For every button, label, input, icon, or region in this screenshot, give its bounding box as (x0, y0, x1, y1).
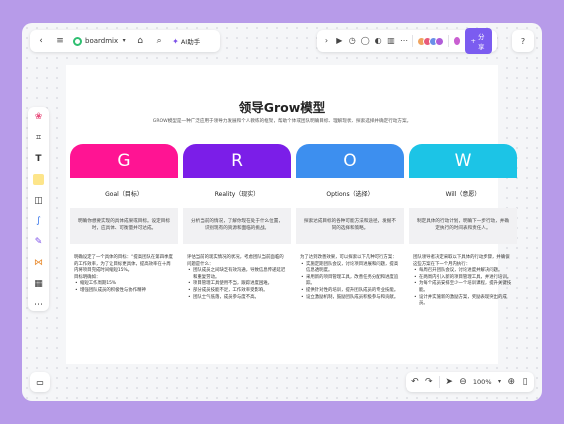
frame-icon[interactable]: ⌗ (32, 132, 45, 145)
mindmap-icon[interactable]: ⋈ (32, 257, 45, 270)
column-desc: 分析当前的情况，了解你现在处于什么位置，识别现有的资源和面临的挑战。 (183, 208, 291, 244)
divider (448, 35, 450, 47)
column-body: 团队领导者决定采取以下具体的行动步骤，并确保这些方案在下一个月内执行： 每周召开… (409, 255, 517, 329)
minimap-button[interactable]: ▭ (30, 372, 50, 392)
body-intro: 团队领导者决定采取以下具体的行动步骤，并确保这些方案在下一个月内执行： (413, 255, 510, 267)
column-letter: G (70, 144, 178, 178)
grow-column-reality[interactable]: R Reality（现实） 分析当前的情况，了解你现在处于什么位置，识别现有的资… (183, 144, 291, 329)
text-icon[interactable]: T (32, 153, 45, 166)
timer-icon[interactable]: ◷ (348, 35, 357, 47)
library-icon[interactable]: ▥ (387, 35, 396, 47)
pointer-icon[interactable]: ➤ (445, 376, 453, 388)
body-intro: 明确设定了一个具体的目标：“提高团队在第四季度的工作效率，为了让目标更具体，提高… (74, 255, 173, 274)
list-item: 团队士气低落，成员参与度不高。 (187, 295, 287, 302)
grow-column-will[interactable]: W Will（意愿） 制定具体的行动计划，明确下一步行动，并确定执行的时间表和责… (409, 144, 517, 329)
redo-icon[interactable]: ↷ (425, 376, 433, 388)
zoom-in-icon[interactable]: ⊕ (507, 376, 516, 388)
list-item: 增强团队成员的积极性与协作精神 (74, 288, 174, 295)
shape-icon[interactable]: ◫ (32, 194, 45, 207)
column-letter: R (183, 144, 291, 178)
tag-icon[interactable]: ⌂ (134, 35, 146, 47)
column-name: Reality（现实） (214, 190, 260, 198)
boardmix-logo (73, 36, 82, 46)
column-desc: 明确你想要实现的具体成果或目标。设定目标时，应具体、可衡量并可达成。 (70, 208, 178, 244)
app-name: boardmix (85, 37, 119, 45)
list-item: 为每个成员安排至少一个培训课程，提升关键技能。 (413, 281, 513, 294)
app-window: ‹ ≡ boardmix ▾ ⌂ ⌕ ✦ AI助手 › ▶ ◷ ◯ ◐ ▥ ⋯ (22, 23, 542, 401)
share-button[interactable]: + 分享 (465, 28, 493, 54)
play-icon[interactable]: ▶ (335, 35, 344, 47)
column-desc: 制定具体的行动计划，明确下一步行动，并确定执行的时间表和责任人。 (409, 208, 517, 244)
body-intro: 评估当前的现实情况的状况，考虑团队当前面临的问题是什么： (187, 255, 284, 267)
main-toolbar: ‹ ≡ boardmix ▾ ⌂ ⌕ ✦ AI助手 (30, 30, 220, 52)
chevron-down-icon[interactable]: ▾ (498, 376, 502, 388)
list-item: 部分成员技能不足，工作效率受影响。 (187, 288, 287, 295)
column-body: 评估当前的现实情况的状况，考虑团队当前面临的问题是什么： 团队成员之间缺乏有效沟… (183, 255, 291, 329)
list-item: 采用新的项目管理工具，改善任务分配和进度追踪。 (300, 275, 400, 288)
list-item: 设计并实施新的激励方案，奖励表现突出的成员。 (413, 295, 513, 308)
board-subtitle: GROW模型是一种广泛应用于领导力发展和个人教练的框架，帮助个体或团队明确目标、… (152, 119, 412, 124)
brand[interactable]: boardmix ▾ (73, 35, 127, 47)
pen-icon[interactable]: ✎ (32, 236, 45, 249)
collaborator-avatars[interactable] (417, 36, 445, 46)
column-body: 为了达到改善效果，可以探索以下几种可行方案： 实施定期团队会议，讨论项目进展和问… (296, 255, 404, 329)
ai-assistant-label: AI助手 (180, 38, 201, 46)
zoom-out-icon[interactable]: ⊖ (459, 376, 467, 388)
list-item: 提供针对性的培训，提升团队成员的专业技能。 (300, 288, 400, 295)
back-icon[interactable]: ‹ (35, 35, 47, 47)
help-button[interactable]: ? (512, 30, 534, 52)
chevron-down-icon: ▾ (122, 37, 126, 44)
zoom-level[interactable]: 100% (473, 378, 492, 386)
more-tools-icon[interactable]: ⋯ (32, 298, 45, 311)
menu-icon[interactable]: ≡ (54, 35, 66, 47)
zoom-toolbar: ↶ ↷ ➤ ⊖ 100% ▾ ⊕ ▯ (406, 372, 534, 392)
divider (412, 35, 414, 47)
more-icon[interactable]: ⋯ (399, 35, 408, 47)
book-icon[interactable]: ▯ (521, 376, 529, 388)
table-icon[interactable]: ▦ (32, 277, 45, 290)
ai-assistant-button[interactable]: ✦ AI助手 (172, 36, 201, 47)
ai-sparkle-icon: ✦ (172, 36, 179, 46)
column-letter: O (296, 144, 404, 178)
list-item: 实施定期团队会议，讨论项目进展和问题，提高信息透明度。 (300, 262, 400, 275)
body-intro: 为了达到改善效果，可以探索以下几种可行方案： (300, 255, 397, 260)
comment-icon[interactable]: ◯ (361, 35, 370, 47)
column-body: 明确设定了一个具体的目标：“提高团队在第四季度的工作效率，为了让目标更具体，提高… (70, 255, 178, 329)
color-palette-icon[interactable]: ❀ (32, 111, 45, 124)
list-item: 团队成员之间缺乏有效沟通，导致信息传递延迟和重复劳动。 (187, 268, 287, 281)
column-desc: 探索达成目标的各种可能方法和途径，发掘不同的选择和策略。 (296, 208, 404, 244)
connector-icon[interactable]: ∫ (32, 215, 45, 228)
grow-column-goal[interactable]: G Goal（目标） 明确你想要实现的具体成果或目标。设定目标时，应具体、可衡量… (70, 144, 178, 329)
list-item: 每周召开团队会议，讨论进度并解决问题。 (413, 268, 513, 275)
search-icon[interactable]: ⌕ (153, 35, 165, 47)
grow-column-options[interactable]: O Options（选择） 探索达成目标的各种可能方法和途径，发掘不同的选择和策… (296, 144, 404, 329)
collab-toolbar: › ▶ ◷ ◯ ◐ ▥ ⋯ + 分享 (317, 28, 497, 54)
avatar (435, 36, 445, 46)
template-board: 领导Grow模型 GROW模型是一种广泛应用于领导力发展和个人教练的框架，帮助个… (66, 65, 517, 364)
collapse-icon[interactable]: › (322, 35, 331, 47)
share-label: 分享 (477, 33, 485, 51)
tool-rail: ❀ ⌗ T ◫ ∫ ✎ ⋈ ▦ ⋯ (28, 107, 49, 311)
divider (438, 376, 440, 388)
column-letter: W (409, 144, 517, 178)
minimap-icon: ▭ (36, 377, 44, 387)
help-icon: ? (520, 36, 526, 46)
undo-icon[interactable]: ↶ (411, 376, 419, 388)
user-avatar[interactable] (453, 36, 462, 46)
board-title: 领导Grow模型 (238, 100, 326, 115)
column-name: Will（意愿） (445, 190, 481, 198)
user-plus-icon: + (470, 37, 476, 45)
list-item: 设立激励机制，鼓励团队成员积极参与和贡献。 (300, 295, 400, 302)
column-name: Goal（目标） (105, 190, 143, 198)
sticky-note-icon[interactable] (32, 173, 45, 186)
cursor-icon[interactable]: ◐ (374, 35, 383, 47)
column-name: Options（选择） (326, 190, 374, 198)
